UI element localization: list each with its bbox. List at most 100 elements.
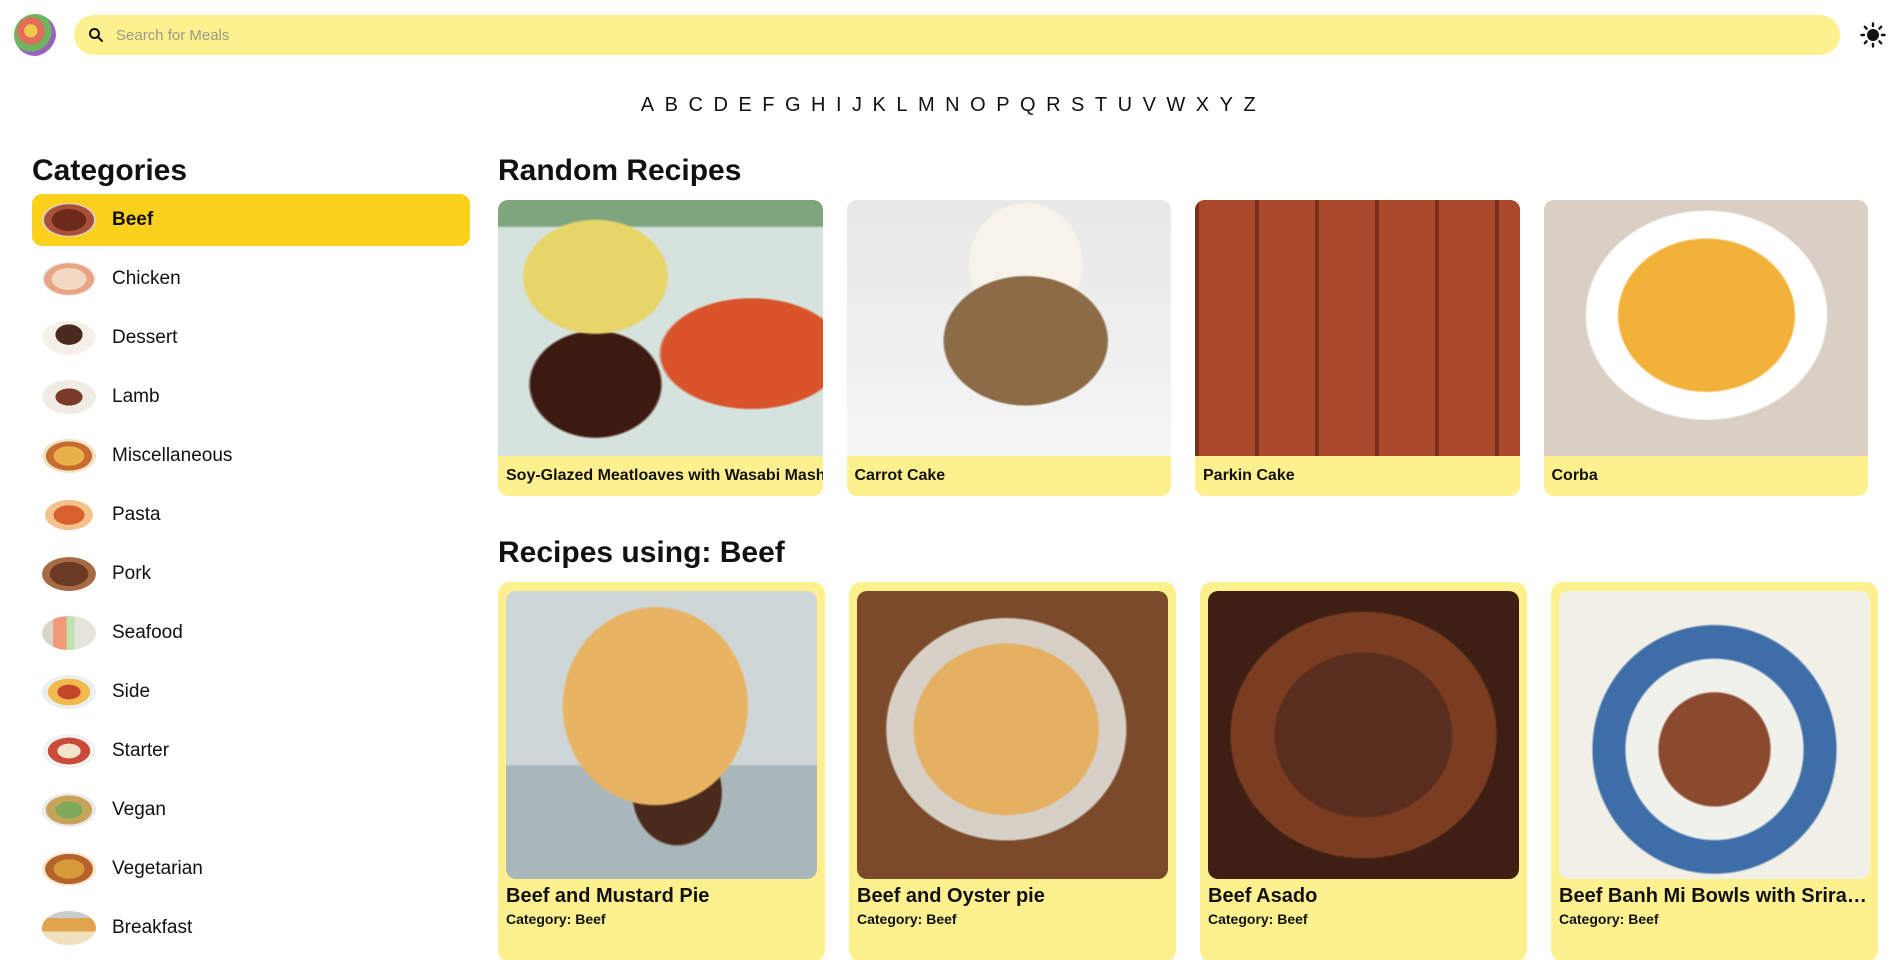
sidebar-item-label: Seafood <box>112 622 183 643</box>
letter-y[interactable]: Y <box>1215 94 1239 117</box>
letter-r[interactable]: R <box>1041 94 1066 117</box>
letter-n[interactable]: N <box>940 94 965 117</box>
random-recipe-card[interactable]: Soy-Glazed Meatloaves with Wasabi Mashed… <box>498 200 823 496</box>
sidebar-item-beef[interactable]: Beef <box>32 194 470 246</box>
letter-c[interactable]: C <box>683 94 708 117</box>
letter-v[interactable]: V <box>1138 94 1162 117</box>
recipe-name: Beef and Oyster pie <box>857 885 1045 907</box>
sidebar-item-label: Lamb <box>112 386 160 407</box>
category-thumbnail <box>42 793 96 827</box>
sidebar-item-vegan[interactable]: Vegan <box>32 784 470 836</box>
recipe-name: Parkin Cake <box>1203 467 1295 484</box>
letter-d[interactable]: D <box>708 94 733 117</box>
recipe-category: Category: Beef <box>857 911 957 927</box>
sidebar-item-label: Vegan <box>112 799 166 820</box>
category-thumbnail <box>42 852 96 886</box>
category-thumbnail <box>42 380 96 414</box>
letter-o[interactable]: O <box>965 94 991 117</box>
category-thumbnail <box>42 321 96 355</box>
letter-m[interactable]: M <box>913 94 940 117</box>
recipe-category: Category: Beef <box>1208 911 1308 927</box>
letter-h[interactable]: H <box>806 94 831 117</box>
sidebar-item-pork[interactable]: Pork <box>32 548 470 600</box>
recipe-image <box>1208 591 1519 879</box>
recipe-image <box>1559 591 1870 879</box>
sidebar-item-side[interactable]: Side <box>32 666 470 718</box>
letter-l[interactable]: L <box>891 94 913 117</box>
category-recipe-card[interactable]: Beef Asado Category: Beef <box>1200 582 1527 960</box>
letter-x[interactable]: X <box>1191 94 1215 117</box>
random-recipe-card[interactable]: Parkin Cake <box>1195 200 1520 496</box>
letter-t[interactable]: T <box>1090 94 1113 117</box>
category-recipe-card[interactable]: Beef Banh Mi Bowls with Sriracha Mayo, C… <box>1551 582 1878 960</box>
sidebar-item-label: Vegetarian <box>112 858 203 879</box>
category-recipes-row: Beef and Mustard Pie Category: Beef Beef a… <box>498 582 1878 960</box>
letter-b[interactable]: B <box>660 94 684 117</box>
search-bar[interactable] <box>74 15 1840 55</box>
recipe-image <box>1195 200 1520 456</box>
random-recipes-title: Random Recipes <box>498 154 742 187</box>
categories-title: Categories <box>32 154 188 187</box>
alphabet-filter: ABCDEFGHIJKLMNOPQRSTUVWXYZ <box>0 94 1897 117</box>
app-logo[interactable] <box>14 14 56 56</box>
sidebar-item-vegetarian[interactable]: Vegetarian <box>32 843 470 895</box>
letter-f[interactable]: F <box>757 94 780 117</box>
search-icon <box>89 28 103 42</box>
header <box>0 0 1897 70</box>
letter-a[interactable]: A <box>636 94 660 117</box>
sidebar-item-seafood[interactable]: Seafood <box>32 607 470 659</box>
search-input[interactable] <box>116 26 1716 44</box>
sidebar-item-pasta[interactable]: Pasta <box>32 489 470 541</box>
sidebar-item-label: Miscellaneous <box>112 445 233 466</box>
category-thumbnail <box>42 439 96 473</box>
category-thumbnail <box>42 734 96 768</box>
category-recipes-title: Recipes using: Beef <box>498 536 785 569</box>
category-recipe-card[interactable]: Beef and Mustard Pie Category: Beef <box>498 582 825 960</box>
letter-j[interactable]: J <box>847 94 868 117</box>
category-thumbnail <box>42 262 96 296</box>
recipe-category: Category: Beef <box>1559 911 1659 927</box>
sidebar-item-starter[interactable]: Starter <box>32 725 470 777</box>
recipe-image <box>498 200 823 456</box>
recipe-name: Corba <box>1551 467 1598 484</box>
letter-i[interactable]: I <box>831 94 847 117</box>
random-recipes-row: Soy-Glazed Meatloaves with Wasabi Mashed… <box>498 200 1868 496</box>
sidebar-item-miscellaneous[interactable]: Miscellaneous <box>32 430 470 482</box>
random-recipe-card[interactable]: Carrot Cake <box>846 200 1171 496</box>
sidebar-item-label: Beef <box>112 209 154 230</box>
sidebar-item-lamb[interactable]: Lamb <box>32 371 470 423</box>
recipe-name: Beef Asado <box>1208 885 1318 907</box>
sidebar-item-label: Breakfast <box>112 917 193 938</box>
recipe-name: Beef Banh Mi Bowls with Sriracha Mayo, C… <box>1559 885 1870 907</box>
letter-k[interactable]: K <box>868 94 892 117</box>
sidebar-item-label: Pasta <box>112 504 161 525</box>
letter-z[interactable]: Z <box>1238 94 1261 117</box>
category-thumbnail <box>42 616 96 650</box>
category-sidebar: Categories Beef Chicken Dessert Lamb Miscell… <box>32 154 470 960</box>
letter-q[interactable]: Q <box>1015 94 1041 117</box>
category-thumbnail <box>42 911 96 945</box>
category-recipe-card[interactable]: Beef and Oyster pie Category: Beef <box>849 582 1176 960</box>
sidebar-item-dessert[interactable]: Dessert <box>32 312 470 364</box>
letter-w[interactable]: W <box>1161 94 1190 117</box>
random-recipe-card[interactable]: Corba <box>1543 200 1868 496</box>
recipe-image <box>506 591 817 879</box>
sidebar-item-chicken[interactable]: Chicken <box>32 253 470 305</box>
letter-s[interactable]: S <box>1066 94 1090 117</box>
letter-p[interactable]: P <box>991 94 1015 117</box>
sidebar-item-label: Starter <box>112 740 170 761</box>
letter-e[interactable]: E <box>733 94 757 117</box>
letter-u[interactable]: U <box>1113 94 1138 117</box>
recipe-name: Soy-Glazed Meatloaves with Wasabi Mashed… <box>506 467 823 484</box>
category-thumbnail <box>42 498 96 532</box>
theme-toggle-button[interactable] <box>1858 20 1888 50</box>
category-thumbnail <box>42 203 96 237</box>
recipe-image <box>857 591 1168 879</box>
letter-g[interactable]: G <box>780 94 806 117</box>
recipe-category: Category: Beef <box>506 911 606 927</box>
sidebar-item-label: Chicken <box>112 268 181 289</box>
category-thumbnail <box>42 557 96 591</box>
recipe-image <box>846 200 1171 456</box>
sidebar-item-label: Pork <box>112 563 152 584</box>
sidebar-item-breakfast[interactable]: Breakfast <box>32 902 470 954</box>
